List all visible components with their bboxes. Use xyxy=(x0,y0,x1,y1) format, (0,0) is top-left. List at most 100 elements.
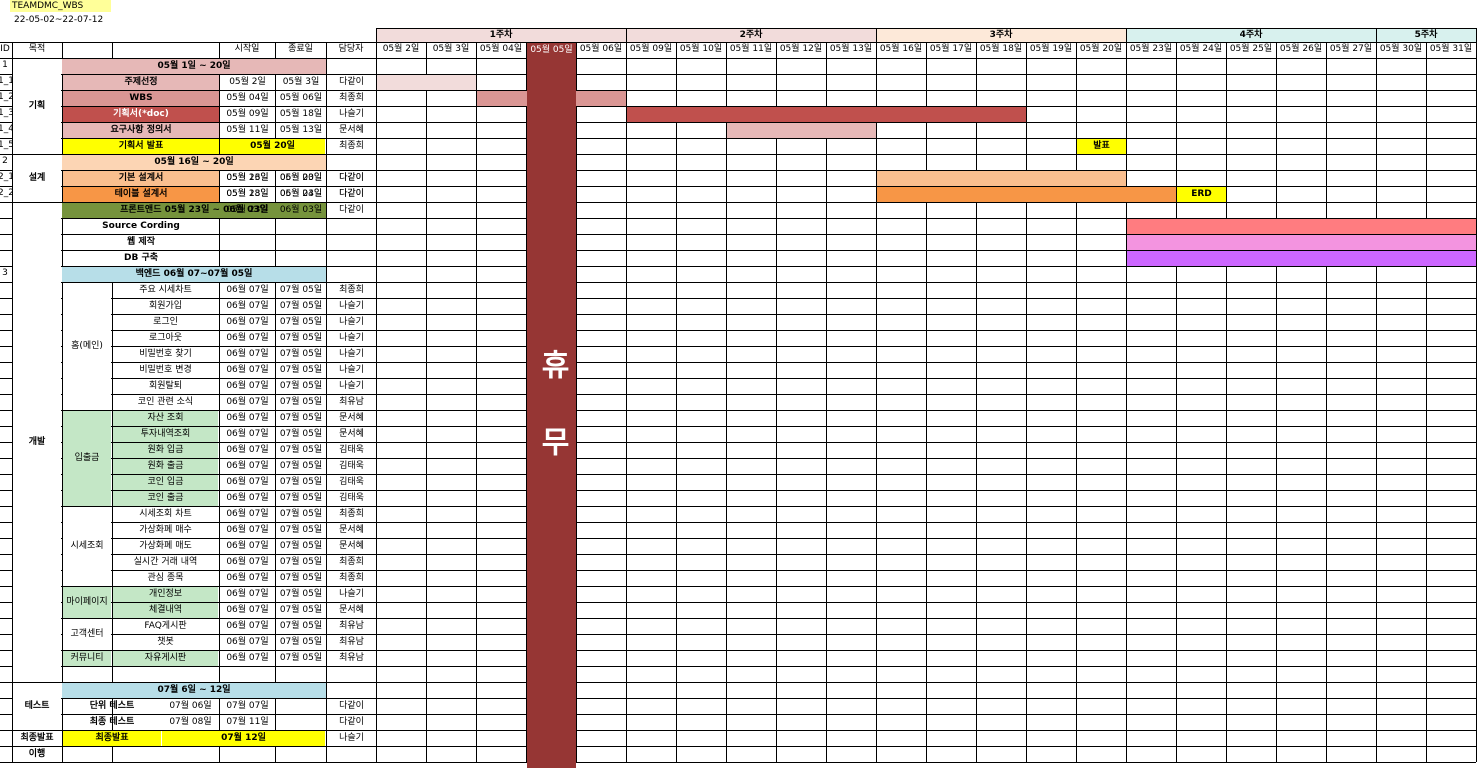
sub-group-cell: 시세조회 xyxy=(63,507,111,586)
task-start: 05월 11일 xyxy=(226,125,269,135)
task-start: 07월 06일 xyxy=(169,701,212,711)
task-owner: 나슬기 xyxy=(339,301,364,311)
task-owner: 문서혜 xyxy=(339,541,364,551)
task-name: 체결내역 xyxy=(113,603,218,618)
task-end: 07월 05일 xyxy=(279,397,323,407)
date-header: 05월 3일 xyxy=(432,44,470,54)
grid-line xyxy=(1126,28,1127,762)
task-owner: 문서혜 xyxy=(339,525,364,535)
task-owner: 김태욱 xyxy=(339,461,364,471)
grid-line xyxy=(426,42,427,762)
gantt-bar xyxy=(727,123,876,138)
task-name: 주제선정 xyxy=(63,75,219,90)
task-owner: 나슬기 xyxy=(339,733,364,743)
gantt-bar xyxy=(1127,235,1476,250)
date-header: 05월 06일 xyxy=(579,44,623,54)
task-owner: 문서혜 xyxy=(339,125,364,135)
task-name: 실시간 거래 내역 xyxy=(113,555,218,570)
task-end: 05월 06일 xyxy=(279,93,323,103)
task-owner: 나슬기 xyxy=(339,109,364,119)
grid-line xyxy=(376,28,377,762)
task-end: 07월 05일 xyxy=(279,653,323,663)
task-start: 05월 23일 xyxy=(226,189,269,199)
date-header: 05월 31일 xyxy=(1429,44,1473,54)
task-start: 06월 07일 xyxy=(226,397,269,407)
task-end: 07월 05일 xyxy=(279,637,323,647)
col-header-start: 시작일 xyxy=(234,44,260,54)
task-end: 07월 05일 xyxy=(279,509,323,519)
col-header-purpose: 목적 xyxy=(28,44,46,54)
task-name: 비밀번호 변경 xyxy=(113,363,218,378)
task-start: 06월 07일 xyxy=(226,573,269,583)
task-end: 07월 05일 xyxy=(279,381,323,391)
task-owner: 최종희 xyxy=(339,573,364,583)
task-end: 07월 05일 xyxy=(279,493,323,503)
grid-line xyxy=(976,42,977,762)
task-name: 원화 출금 xyxy=(113,459,218,474)
task-name: 회원탈퇴 xyxy=(113,379,218,394)
task-owner: 다같이 xyxy=(339,173,364,183)
task-owner: 최유남 xyxy=(339,653,364,663)
task-owner: 나슬기 xyxy=(339,589,364,599)
task-end: 07월 11일 xyxy=(226,717,269,727)
grid-line xyxy=(1426,42,1427,762)
task-name: 비밀번호 찾기 xyxy=(113,347,218,362)
holiday-column: 05월 05일 휴 무 xyxy=(527,43,576,768)
task-start: 06월 07일 xyxy=(226,525,269,535)
task-owner: 문서혜 xyxy=(339,605,364,615)
task-name: DB 구축 xyxy=(63,251,219,266)
task-start: 06월 07일 xyxy=(226,461,269,471)
task-end: 07월 05일 xyxy=(279,589,323,599)
task-end: 07월 05일 xyxy=(279,525,323,535)
task-name: 기획서(*doc) xyxy=(63,107,219,122)
task-name: 투자내역조회 xyxy=(113,427,218,442)
grid-line xyxy=(1476,28,1477,762)
week-header: 2주차 xyxy=(626,28,876,43)
row-id: 1_3 xyxy=(0,108,12,118)
grid-line xyxy=(776,42,777,762)
task-name: 관심 종목 xyxy=(113,571,218,586)
grid-line xyxy=(876,28,877,762)
erd-marker: ERD xyxy=(1177,187,1226,202)
task-owner: 최종희 xyxy=(339,141,364,151)
task-name: 자유게시판 xyxy=(113,651,218,666)
col-header-id: ID xyxy=(0,44,10,54)
task-end: 07월 05일 xyxy=(279,461,323,471)
date-header: 05월 26일 xyxy=(1279,44,1323,54)
task-end: 05월 13일 xyxy=(279,125,323,135)
purpose-cell: 설계 xyxy=(13,155,61,202)
task-start: 06월 07일 xyxy=(226,365,269,375)
purpose-cell: 개발 xyxy=(13,203,61,682)
task-owner: 김태욱 xyxy=(339,493,364,503)
task-start: 05월 23일 xyxy=(226,173,269,183)
row-id: 2_1 xyxy=(0,172,12,182)
task-name: 테이블 설계서 xyxy=(63,187,219,202)
task-owner: 다같이 xyxy=(339,189,364,199)
task-name: 시세조회 차트 xyxy=(113,507,218,522)
grid-line xyxy=(1326,42,1327,762)
task-start: 06월 07일 xyxy=(226,477,269,487)
task-end: 07월 05일 xyxy=(279,573,323,583)
row-id: 2_2 xyxy=(0,188,12,198)
task-name: 최종 테스트 xyxy=(89,717,135,727)
task-end: 07월 05일 xyxy=(279,285,323,295)
gantt-bar xyxy=(377,75,476,90)
task-owner: 최유남 xyxy=(339,637,364,647)
week-header: 3주차 xyxy=(876,28,1126,43)
task-name: 가상화폐 매도 xyxy=(113,539,218,554)
task-owner: 다같이 xyxy=(339,701,364,711)
task-name: 단위 테스트 xyxy=(89,701,135,711)
date-header: 05월 23일 xyxy=(1129,44,1173,54)
date-header: 05월 09일 xyxy=(629,44,673,54)
task-name: 코인 관련 소식 xyxy=(113,395,218,410)
task-name: 원화 입금 xyxy=(113,443,218,458)
task-start: 06월 07일 xyxy=(226,621,269,631)
date-header: 05월 16일 xyxy=(879,44,923,54)
date-header: 05월 04일 xyxy=(479,44,523,54)
task-owner: 최종희 xyxy=(339,285,364,295)
task-end: 07월 05일 xyxy=(279,621,323,631)
task-start: 06월 07일 xyxy=(226,285,269,295)
task-start: 06월 07일 xyxy=(226,605,269,615)
task-name: 로그아웃 xyxy=(113,331,218,346)
task-owner: 다같이 xyxy=(339,205,364,215)
